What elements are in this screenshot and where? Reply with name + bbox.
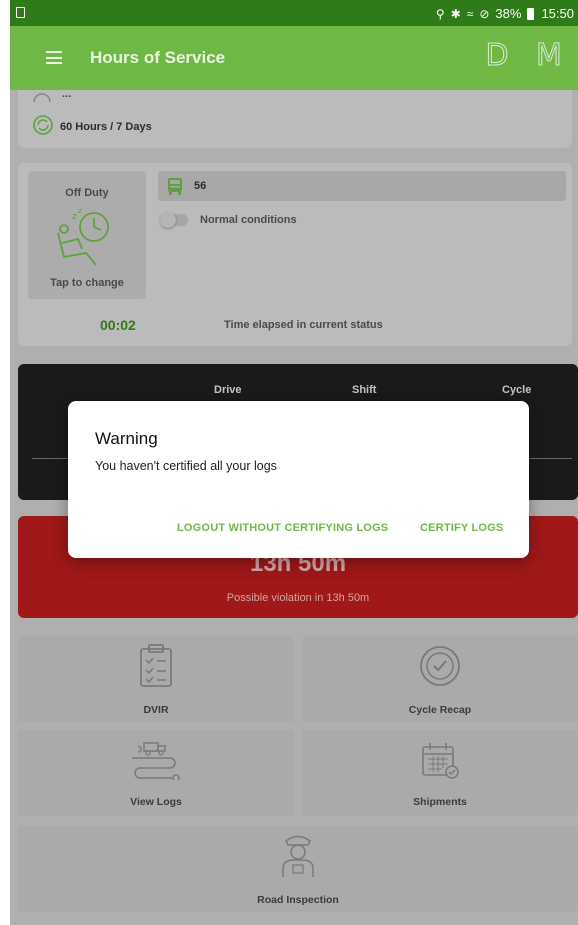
dvir-tile[interactable]: DVIR — [18, 636, 294, 722]
bluetooth-icon: ✱ — [450, 6, 461, 21]
elapsed-label: Time elapsed in current status — [224, 319, 383, 331]
do-not-disturb-icon: ⊘ — [479, 6, 490, 21]
status-bar: ⚲ ✱ ≈ ⊘ 38% 15:50 — [10, 0, 578, 26]
app-title: Hours of Service — [90, 48, 226, 67]
rule-text: 60 Hours / 7 Days — [60, 121, 152, 133]
clock-time: 15:50 — [541, 6, 574, 21]
svg-text:z: z — [72, 212, 77, 222]
logout-without-certifying-button[interactable]: LOGOUT WITHOUT CERTIFYING LOGS — [177, 522, 388, 534]
route-truck-icon — [132, 742, 180, 780]
violation-subtitle: Possible violation in 13h 50m — [226, 592, 370, 604]
view-logs-tile[interactable]: View Logs — [18, 730, 294, 816]
status-label: Off Duty — [65, 187, 109, 199]
cycle-header: Cycle — [502, 384, 532, 396]
svg-text:z: z — [78, 207, 82, 215]
wifi-icon: ≈ — [466, 6, 474, 21]
battery-percent: 38% — [495, 6, 522, 21]
m-mode-button[interactable]: M — [534, 39, 564, 72]
app-bar: Hours of Service D M — [10, 26, 578, 90]
hamburger-menu-icon[interactable] — [46, 51, 62, 64]
d-mode-button[interactable]: D — [482, 39, 512, 72]
change-status-button[interactable]: Off Duty z z Tap to change — [28, 171, 146, 299]
dialog-message: You haven't certified all your logs — [95, 459, 277, 473]
calendar-check-icon — [422, 743, 459, 779]
cycle-recap-tile[interactable]: Cycle Recap — [302, 636, 578, 722]
dialog-title: Warning — [95, 429, 158, 448]
officer-icon — [282, 835, 314, 877]
battery-icon — [527, 7, 535, 20]
certify-logs-button[interactable]: CERTIFY LOGS — [420, 522, 503, 534]
notification-icon — [16, 7, 25, 18]
conditions-toggle[interactable] — [160, 212, 188, 228]
cycle-recap-label: Cycle Recap — [408, 704, 472, 716]
shipments-label: Shipments — [413, 796, 467, 808]
clipboard-icon — [140, 644, 172, 687]
conditions-label: Normal conditions — [200, 214, 297, 226]
view-logs-label: View Logs — [130, 796, 182, 808]
location-icon: ⚲ — [435, 6, 445, 21]
tap-to-change-label: Tap to change — [50, 277, 124, 289]
warning-dialog: Warning You haven't certified all your l… — [68, 401, 529, 558]
recycle-icon — [33, 115, 53, 135]
rule-partial-text: ... — [62, 88, 72, 100]
status-icons: ⚲ ✱ ≈ ⊘ 38% 15:50 — [436, 6, 574, 21]
dvir-label: DVIR — [143, 704, 169, 716]
road-inspection-label: Road Inspection — [257, 894, 339, 906]
elapsed-time: 00:02 — [100, 317, 136, 333]
duty-status-card: Off Duty z z Tap to change 56 Normal con… — [18, 163, 572, 346]
clock-check-icon — [420, 646, 460, 686]
road-inspection-tile[interactable]: Road Inspection — [18, 826, 578, 912]
toggle-thumb — [160, 212, 176, 228]
drive-header: Drive — [214, 384, 242, 396]
hos-rule-card[interactable]: ... 60 Hours / 7 Days — [18, 88, 572, 148]
truck-selector[interactable]: 56 — [158, 171, 566, 201]
off-duty-relax-icon: z z — [57, 207, 109, 266]
shipments-tile[interactable]: Shipments — [302, 730, 578, 816]
truck-number: 56 — [194, 180, 207, 192]
truck-icon — [168, 178, 182, 195]
shift-header: Shift — [352, 384, 377, 396]
rule-partial-icon — [33, 93, 51, 102]
